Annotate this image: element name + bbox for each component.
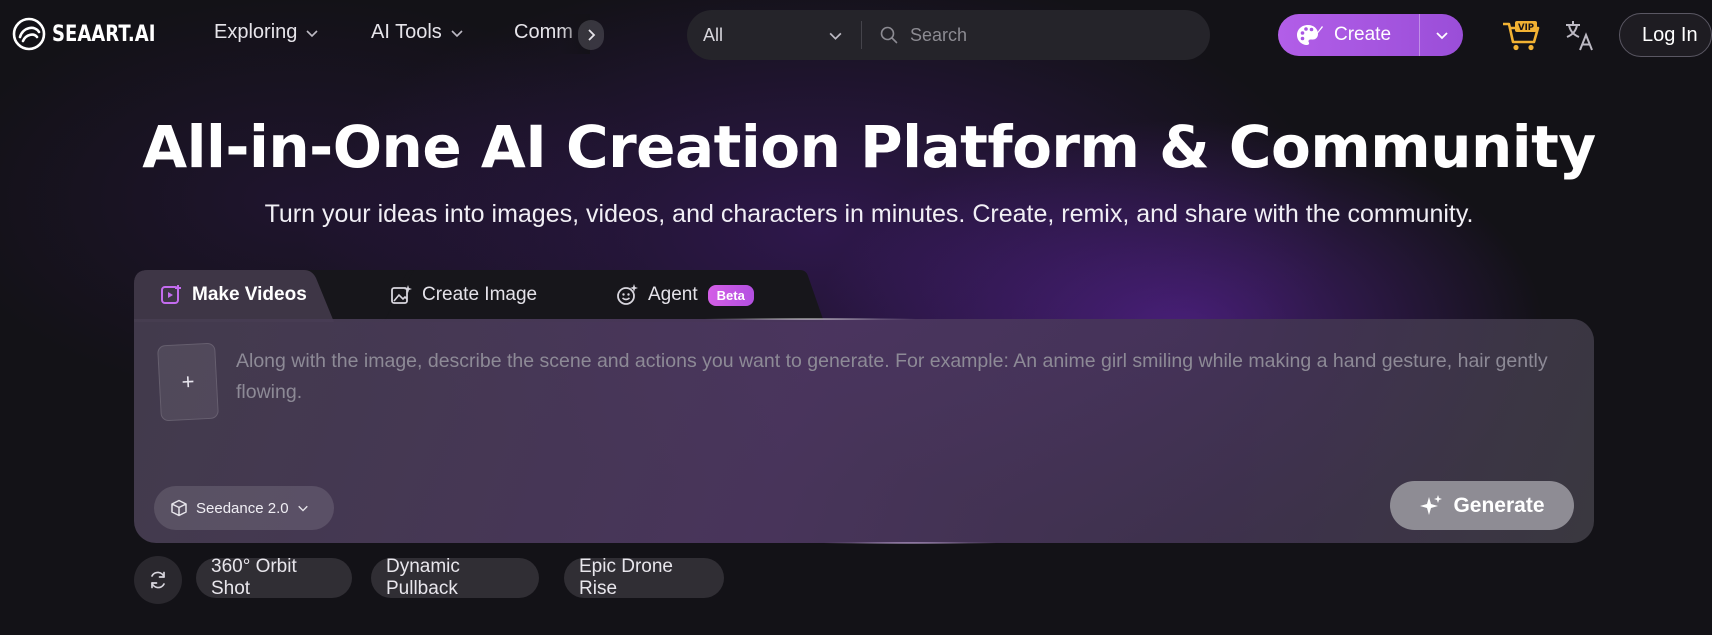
chevron-down-icon bbox=[451, 29, 463, 37]
chevron-down-icon bbox=[306, 29, 318, 37]
chevron-right-icon bbox=[588, 29, 596, 41]
upload-image-button[interactable]: + bbox=[157, 342, 219, 422]
suggestion-chip-label: Dynamic Pullback bbox=[386, 556, 460, 599]
refresh-suggestions-button[interactable] bbox=[134, 556, 182, 604]
suggestion-chip-pullback[interactable]: Dynamic Pullback bbox=[371, 556, 539, 599]
generate-label: Generate bbox=[1453, 493, 1545, 517]
sparkle-icon bbox=[1420, 494, 1443, 515]
nav-scroll-right-button[interactable] bbox=[578, 20, 604, 50]
prompt-input[interactable] bbox=[236, 346, 1566, 426]
search-input[interactable] bbox=[910, 24, 1210, 46]
tab-make-videos[interactable]: Make Videos bbox=[160, 270, 307, 320]
create-button[interactable]: Create bbox=[1278, 14, 1463, 56]
video-plus-icon bbox=[161, 285, 181, 304]
generate-button[interactable]: Generate bbox=[1390, 481, 1574, 530]
logo-text: SEAART.AI bbox=[52, 21, 156, 47]
chevron-down-icon bbox=[1435, 32, 1448, 40]
suggestion-chip-label: 360° Orbit Shot bbox=[211, 556, 297, 599]
translate-icon[interactable] bbox=[1564, 18, 1596, 52]
chevron-down-icon bbox=[297, 505, 308, 512]
panel-glow-bottom bbox=[820, 542, 1000, 544]
logo[interactable]: SEAART.AI bbox=[12, 17, 178, 51]
page: SEAART.AI Exploring AI Tools Comm All Se… bbox=[0, 0, 1712, 635]
login-label: Log In bbox=[1642, 23, 1698, 46]
nav-ai-tools[interactable]: AI Tools bbox=[371, 21, 464, 44]
search-category-select[interactable]: All bbox=[687, 10, 861, 60]
tab-agent[interactable]: Agent Beta bbox=[616, 270, 754, 320]
nav-exploring-label: Exploring bbox=[214, 21, 298, 43]
hero-subtitle: Turn your ideas into images, videos, and… bbox=[264, 200, 1474, 228]
suggestion-chip-drone[interactable]: Epic Drone Rise bbox=[564, 556, 724, 599]
vip-cart-icon[interactable]: VIP bbox=[1502, 18, 1540, 52]
model-label: Seedance 2.0 bbox=[196, 499, 289, 517]
create-dropdown-button[interactable] bbox=[1420, 28, 1463, 42]
tab-create-image-label: Create Image bbox=[422, 284, 538, 305]
cube-icon bbox=[171, 499, 187, 517]
create-main-button[interactable]: Create bbox=[1278, 14, 1419, 56]
login-button[interactable]: Log In bbox=[1619, 13, 1712, 57]
palette-brush-icon bbox=[1297, 25, 1323, 45]
image-sparkle-icon bbox=[391, 285, 412, 304]
suggestion-chip-orbit[interactable]: 360° Orbit Shot bbox=[196, 556, 352, 599]
hero-title: All-in-One AI Creation Platform & Commun… bbox=[142, 113, 1596, 181]
mode-tabs: Make Videos Create Image Agent Beta bbox=[134, 270, 834, 322]
search-input-wrap bbox=[862, 24, 1210, 46]
tab-create-image[interactable]: Create Image bbox=[390, 270, 537, 320]
plus-icon: + bbox=[180, 368, 196, 395]
create-label: Create bbox=[1334, 24, 1392, 45]
search-bar: All bbox=[687, 10, 1210, 60]
search-icon bbox=[880, 26, 898, 44]
suggestion-chip-label: Epic Drone Rise bbox=[579, 556, 673, 599]
search-category-value: All bbox=[703, 24, 724, 45]
panel-glow-top bbox=[700, 318, 920, 320]
tab-make-videos-label: Make Videos bbox=[192, 284, 307, 305]
agent-smile-icon bbox=[617, 284, 638, 305]
vip-badge-text: VIP bbox=[1518, 23, 1534, 33]
beta-badge: Beta bbox=[707, 284, 754, 306]
refresh-icon bbox=[151, 571, 165, 589]
nav-ai-tools-label: AI Tools bbox=[371, 21, 442, 43]
top-nav: SEAART.AI Exploring AI Tools Comm All Se… bbox=[0, 0, 1712, 70]
nav-exploring[interactable]: Exploring bbox=[214, 21, 319, 44]
seaart-logo-icon bbox=[12, 17, 46, 51]
model-select[interactable]: Seedance 2.0 bbox=[154, 486, 334, 530]
tab-agent-label: Agent bbox=[648, 284, 698, 305]
chevron-down-icon bbox=[829, 32, 842, 40]
